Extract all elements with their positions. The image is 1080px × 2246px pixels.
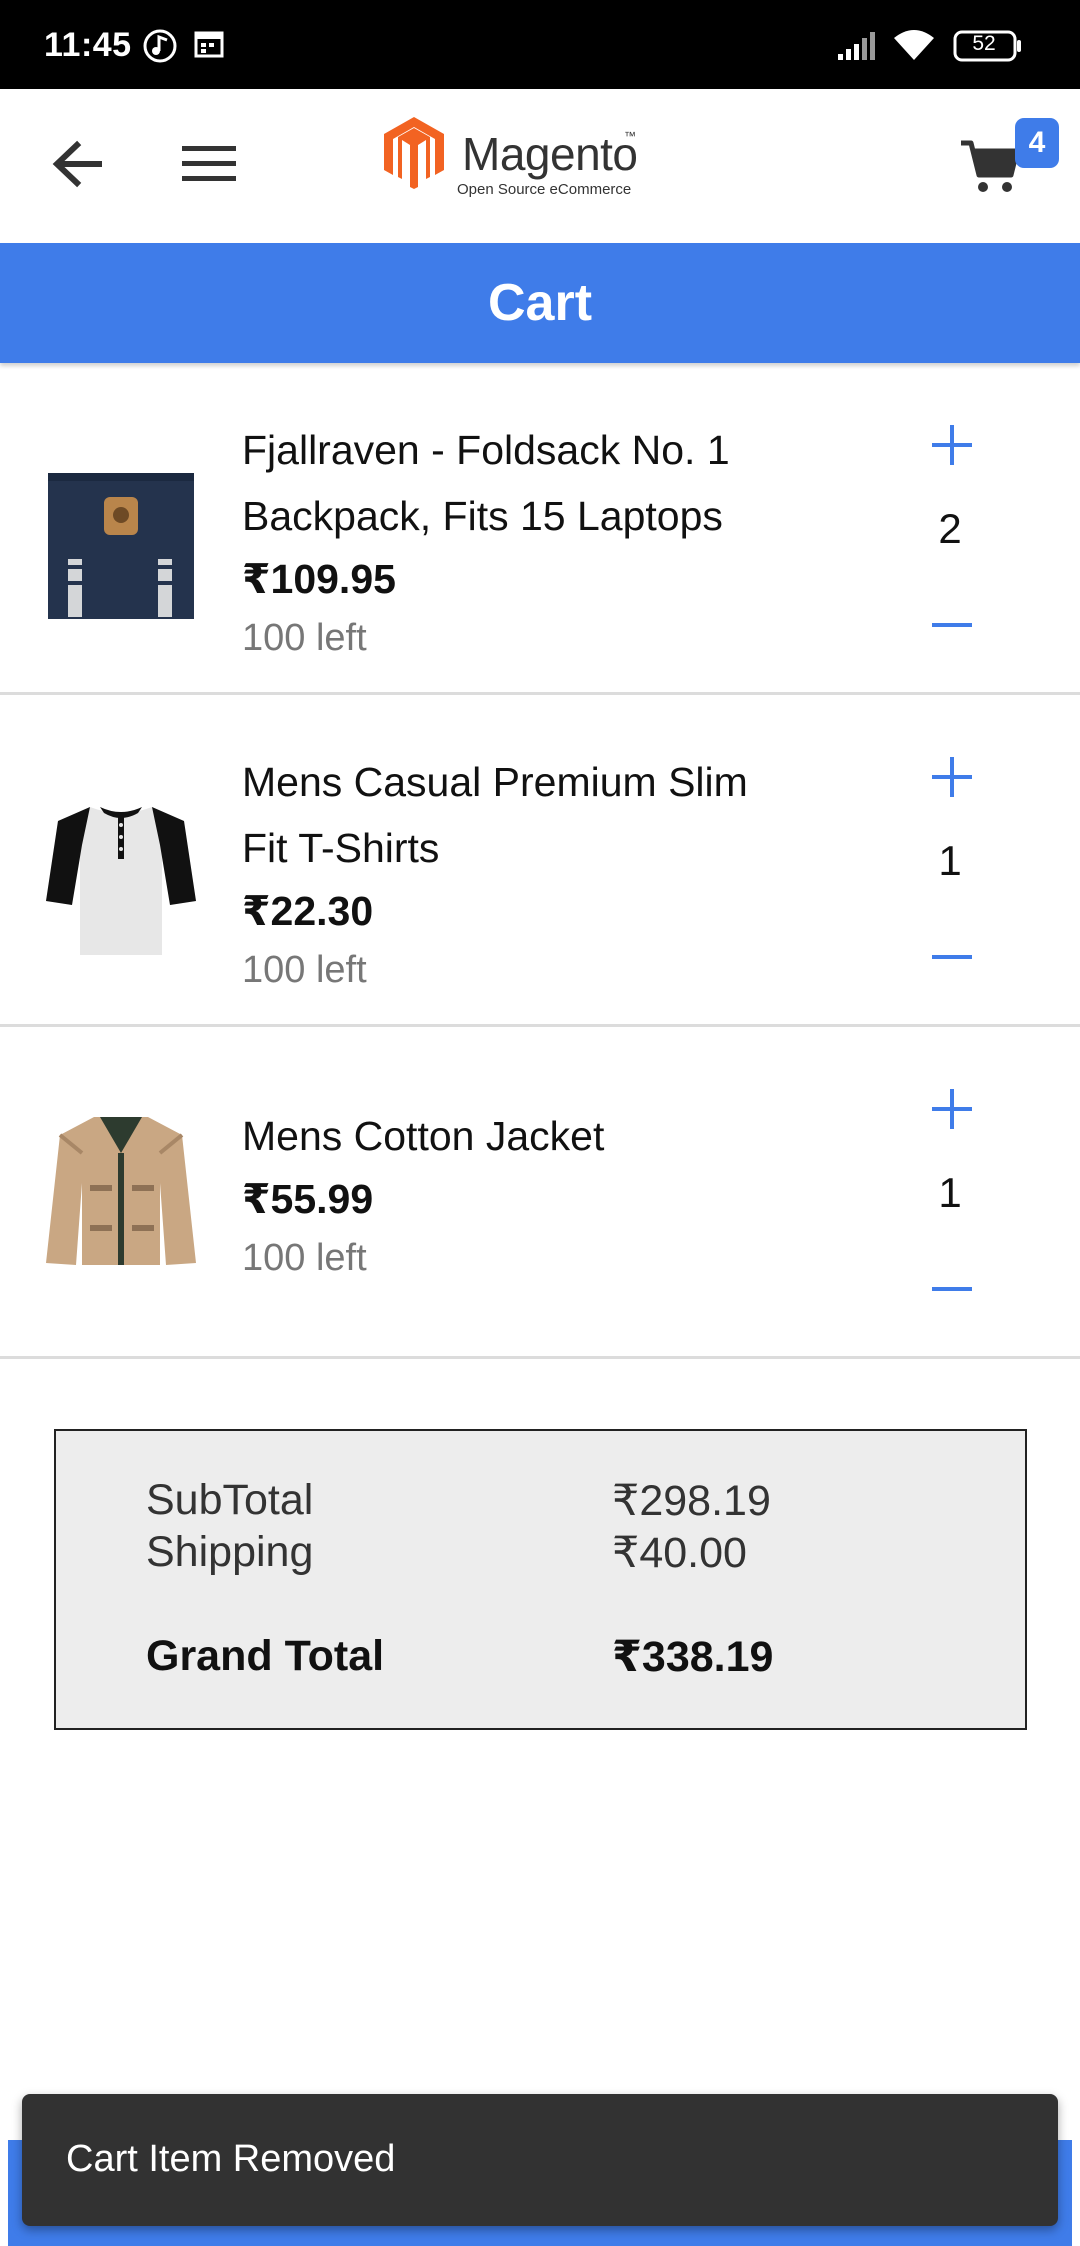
subtotal-label: SubTotal [146,1476,314,1524]
cart-item: Mens Casual Premium Slim Fit T-Shirts ₹2… [0,695,1080,1027]
item-price: ₹22.30 [242,888,374,934]
calendar-icon [193,28,225,65]
back-button[interactable] [44,133,110,199]
item-name-line-2[interactable]: Backpack, Fits 15 Laptops [242,483,862,549]
increase-quantity-button[interactable] [922,417,982,477]
item-info: Fjallraven - Foldsack No. 1 Backpack, Fi… [242,417,862,667]
item-name[interactable]: Mens Cotton Jacket [242,1103,862,1169]
hamburger-icon [182,144,236,189]
grand-total-value: ₹338.19 [612,1633,774,1681]
page-title: Cart [487,274,593,332]
item-price: ₹109.95 [242,556,396,602]
status-time: 11:45 [44,26,132,64]
decrease-quantity-button[interactable] [922,1261,982,1321]
item-name-line-1[interactable]: Fjallraven - Foldsack No. 1 [242,417,862,483]
minus-icon [930,935,974,984]
increase-quantity-button[interactable] [922,1081,982,1141]
page-title-bar: Cart [0,243,1080,363]
minus-icon [930,603,974,652]
item-name-line-2[interactable]: Fit T-Shirts [242,815,862,881]
item-stock: 100 left [242,617,367,659]
item-quantity: 1 [938,837,962,884]
jacket-image[interactable] [44,1113,198,1267]
battery-level: 52 [972,32,996,55]
shipping-value: ₹40.00 [612,1529,747,1577]
cart-list: Fjallraven - Foldsack No. 1 Backpack, Fi… [0,363,1080,1359]
plus-icon [930,1087,974,1136]
item-stock: 100 left [242,949,367,991]
increase-quantity-button[interactable] [922,749,982,809]
magento-logo-icon [382,115,446,194]
status-bar: 11:45 52 [0,0,1080,89]
signal-icon [836,30,878,67]
plus-icon [930,755,974,804]
decrease-quantity-button[interactable] [922,929,982,989]
logo-name: Magento [462,128,638,180]
item-quantity: 2 [938,505,962,552]
logo-trademark: ™ [624,129,636,143]
cart-item: Fjallraven - Foldsack No. 1 Backpack, Fi… [0,363,1080,695]
cart-item: Mens Cotton Jacket ₹55.99 100 left 1 [0,1027,1080,1359]
snackbar: Cart Item Removed [22,2094,1058,2226]
decrease-quantity-button[interactable] [922,597,982,657]
item-info: Mens Cotton Jacket ₹55.99 100 left [242,1103,862,1287]
tshirt-image[interactable] [44,801,198,955]
logo-tagline: Open Source eCommerce [457,181,632,198]
item-name-line-1[interactable]: Mens Casual Premium Slim [242,749,862,815]
shopping-cart-icon [959,139,1021,200]
item-stock: 100 left [242,1237,367,1279]
snackbar-message: Cart Item Removed [66,2138,396,2180]
item-info: Mens Casual Premium Slim Fit T-Shirts ₹2… [242,749,862,999]
order-summary: SubTotal ₹298.19 Shipping ₹40.00 Grand T… [54,1429,1027,1730]
cart-count-badge: 4 [1015,118,1059,168]
menu-button[interactable] [176,133,242,199]
plus-icon [930,423,974,472]
subtotal-value: ₹298.19 [612,1477,771,1525]
item-quantity: 1 [938,1169,962,1216]
magento-logo[interactable]: Magento ™ Open Source eCommerce [382,113,682,223]
arrow-left-icon [51,140,103,193]
shipping-label: Shipping [146,1528,314,1576]
grand-total-label: Grand Total [146,1632,385,1680]
minus-icon [930,1267,974,1316]
app-header: Magento ™ Open Source eCommerce [0,89,1080,243]
music-note-icon [142,28,178,69]
battery-icon: 52 [953,29,1023,68]
wifi-icon [892,28,936,67]
backpack-image[interactable] [44,469,198,623]
item-price: ₹55.99 [242,1176,374,1222]
